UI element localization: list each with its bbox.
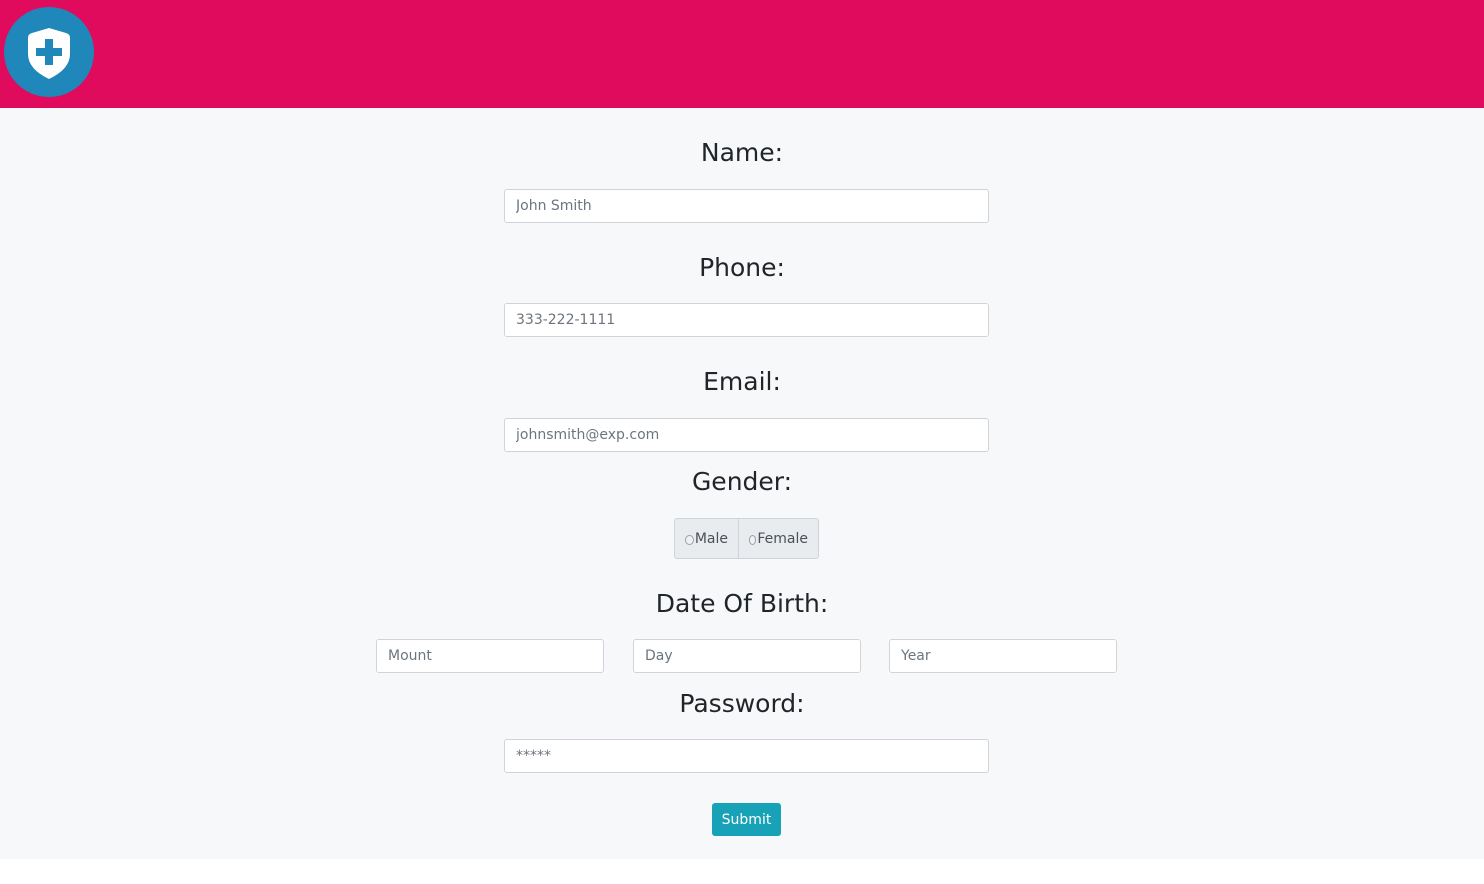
name-input[interactable]: [504, 189, 989, 223]
password-label: Password:: [679, 689, 805, 718]
phone-label: Phone:: [699, 253, 785, 282]
radio-icon[interactable]: [685, 535, 694, 545]
submit-button[interactable]: Submit: [712, 803, 781, 836]
gender-option-male[interactable]: Male: [674, 518, 739, 559]
dob-label: Date Of Birth:: [655, 589, 829, 618]
gender-option-female[interactable]: Female: [739, 518, 819, 559]
email-input[interactable]: [504, 418, 989, 452]
password-input[interactable]: [504, 739, 989, 773]
name-label: Name:: [700, 138, 784, 167]
registration-form: Name: Phone: Email: Gender: Male Female …: [0, 108, 1484, 859]
gender-label: Gender:: [691, 467, 793, 496]
header-bar: [0, 0, 1484, 108]
phone-input[interactable]: [504, 303, 989, 337]
gender-option-label: Male: [694, 530, 728, 547]
logo[interactable]: [4, 7, 94, 97]
gender-option-label: Female: [757, 530, 808, 547]
dob-day-input[interactable]: [633, 639, 861, 673]
email-label: Email:: [703, 367, 781, 396]
dob-year-input[interactable]: [889, 639, 1117, 673]
radio-icon[interactable]: [749, 535, 757, 545]
shield-plus-icon: [28, 28, 70, 79]
dob-month-input[interactable]: [376, 639, 604, 673]
